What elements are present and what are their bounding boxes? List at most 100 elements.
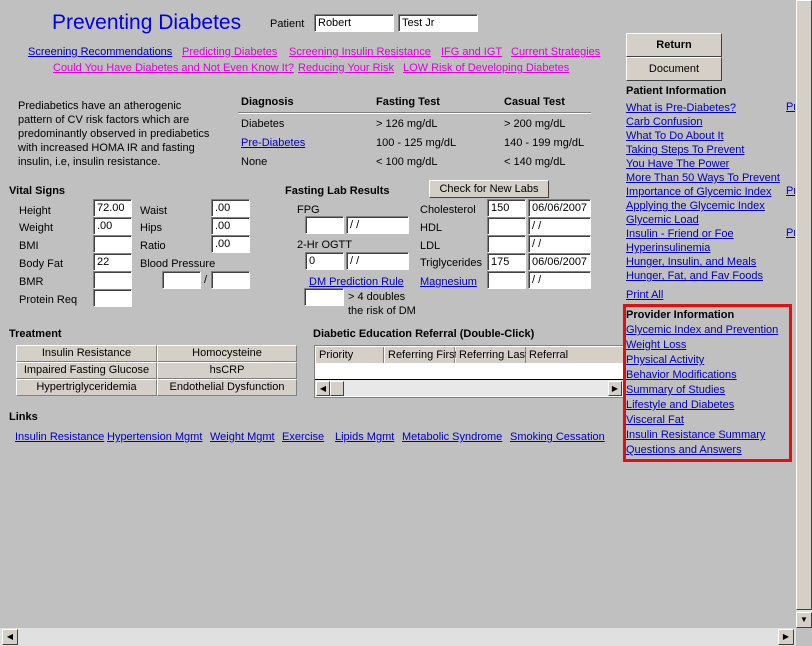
provider-info-link[interactable]: Physical Activity [626, 353, 778, 368]
patient-last-name[interactable]: Test Jr [398, 14, 478, 32]
truncated-link[interactable]: Pr [786, 101, 795, 113]
provider-info-link[interactable]: Visceral Fat [626, 413, 778, 428]
magnesium-date[interactable]: / / [528, 271, 591, 289]
check-new-labs-button[interactable]: Check for New Labs [429, 180, 549, 198]
link-smoking-cessation[interactable]: Smoking Cessation [510, 431, 605, 443]
truncated-link[interactable]: Pr [786, 185, 795, 197]
patient-info-link[interactable]: Hunger, Fat, and Fav Foods [626, 269, 780, 283]
hdl-value[interactable] [487, 217, 526, 235]
col-header[interactable]: Priority [316, 347, 384, 363]
link-low-risk[interactable]: LOW Risk of Developing Diabetes [403, 62, 569, 74]
scroll-left-icon[interactable]: ◀ [2, 629, 18, 645]
treatment-hscrp[interactable]: hsCRP [157, 362, 297, 379]
hips-field[interactable]: .00 [211, 217, 250, 235]
col-header[interactable]: Referral [526, 347, 623, 363]
link-hypertension-mgmt[interactable]: Hypertension Mgmt [107, 431, 202, 443]
treatment-impaired-fasting-glucose[interactable]: Impaired Fasting Glucose [16, 362, 157, 379]
link-lipids-mgmt[interactable]: Lipids Mgmt [335, 431, 394, 443]
patient-info-link[interactable]: More Than 50 Ways To Prevent [626, 171, 780, 185]
pre-diabetes-link[interactable]: Pre-Diabetes [241, 137, 305, 149]
link-metabolic-syndrome[interactable]: Metabolic Syndrome [402, 431, 502, 443]
print-all-link[interactable]: Print All [626, 289, 663, 301]
col-header[interactable]: Referring First [385, 347, 458, 363]
fpg-value[interactable] [305, 216, 344, 234]
patient-info-link[interactable]: Hunger, Insulin, and Meals [626, 255, 780, 269]
height-label: Height [19, 205, 51, 217]
body-fat-field[interactable]: 22 [93, 253, 132, 271]
provider-info-link[interactable]: Weight Loss [626, 338, 778, 353]
bp-systolic[interactable] [162, 271, 201, 289]
bp-diastolic[interactable] [211, 271, 250, 289]
ogtt-value[interactable]: 0 [305, 252, 344, 270]
document-button[interactable]: Document [626, 57, 722, 81]
patient-info-link[interactable]: Hyperinsulinemia [626, 241, 780, 255]
link-predicting-diabetes[interactable]: Predicting Diabetes [182, 46, 277, 58]
intro-line: pattern of CV risk factors which are [18, 114, 190, 126]
link-insulin-resistance[interactable]: Insulin Resistance [15, 431, 104, 443]
horizontal-scrollbar[interactable]: ◀ ▶ [315, 380, 623, 396]
protein-field[interactable] [93, 289, 132, 307]
patient-first-name[interactable]: Robert [314, 14, 394, 32]
provider-info-link[interactable]: Behavior Modifications [626, 368, 778, 383]
ogtt-date[interactable]: / / [346, 252, 409, 270]
provider-info-link[interactable]: Lifestyle and Diabetes [626, 398, 778, 413]
vertical-scrollbar[interactable]: ▼ [796, 0, 812, 628]
magnesium-value[interactable] [487, 271, 526, 289]
link-screening-recommendations[interactable]: Screening Recommendations [28, 46, 172, 58]
provider-info-link[interactable]: Summary of Studies [626, 383, 778, 398]
treatment-insulin-resistance[interactable]: Insulin Resistance [16, 345, 157, 362]
ratio-field[interactable]: .00 [211, 235, 250, 253]
dm-prediction-field[interactable] [304, 288, 344, 306]
hdl-date[interactable]: / / [528, 217, 591, 235]
truncated-link[interactable]: Pr [786, 227, 795, 239]
patient-info-link[interactable]: Carb Confusion [626, 115, 780, 129]
col-header[interactable]: Referring Last [456, 347, 528, 363]
referral-grid[interactable]: Priority Referring First Referring Last … [314, 345, 624, 398]
patient-info-link[interactable]: Applying the Glycemic Index [626, 199, 780, 213]
scroll-right-icon[interactable]: ▶ [608, 381, 622, 396]
patient-info-link[interactable]: Glycemic Load [626, 213, 780, 227]
link-weight-mgmt[interactable]: Weight Mgmt [210, 431, 275, 443]
ldl-value[interactable] [487, 235, 526, 253]
bmi-field[interactable] [93, 235, 132, 253]
provider-info-link[interactable]: Glycemic Index and Prevention [626, 323, 778, 338]
patient-info-link[interactable]: What To Do About It [626, 129, 780, 143]
patient-info-link[interactable]: You Have The Power [626, 157, 780, 171]
bmr-field[interactable] [93, 271, 132, 289]
scroll-left-icon[interactable]: ◀ [316, 381, 330, 396]
patient-info-link[interactable]: Insulin - Friend or Foe [626, 227, 780, 241]
scroll-thumb[interactable] [796, 0, 812, 610]
ldl-date[interactable]: / / [528, 235, 591, 253]
treatment-endothelial-dysfunction[interactable]: Endothelial Dysfunction [157, 379, 297, 396]
link-current-strategies[interactable]: Current Strategies [511, 46, 600, 58]
patient-info-link[interactable]: What is Pre-Diabetes? [626, 101, 780, 115]
scroll-thumb[interactable] [330, 381, 344, 396]
patient-info-link[interactable]: Taking Steps To Prevent [626, 143, 780, 157]
height-field[interactable]: 72.00 [93, 199, 132, 217]
scroll-down-icon[interactable]: ▼ [796, 612, 812, 628]
provider-info-link[interactable]: Insulin Resistance Summary [626, 428, 778, 443]
triglycerides-date[interactable]: 06/06/2007 [528, 253, 591, 271]
patient-info-link[interactable]: Importance of Glycemic Index [626, 185, 780, 199]
link-ifg-igt[interactable]: IFG and IGT [441, 46, 502, 58]
treatment-homocysteine[interactable]: Homocysteine [157, 345, 297, 362]
fpg-date[interactable]: / / [346, 216, 409, 234]
return-button[interactable]: Return [626, 33, 722, 57]
link-exercise[interactable]: Exercise [282, 431, 324, 443]
link-screening-insulin-resistance[interactable]: Screening Insulin Resistance [289, 46, 431, 58]
link-could-you-have-diabetes[interactable]: Could You Have Diabetes and Not Even Kno… [53, 62, 294, 74]
link-reducing-risk[interactable]: Reducing Your Risk [298, 62, 394, 74]
cell: 140 - 199 mg/dL [504, 137, 585, 149]
hdl-label: HDL [420, 222, 443, 234]
cholesterol-value[interactable]: 150 [487, 199, 526, 217]
weight-field[interactable]: .00 [93, 217, 132, 235]
scroll-right-icon[interactable]: ▶ [778, 629, 794, 645]
waist-field[interactable]: .00 [211, 199, 250, 217]
magnesium-link[interactable]: Magnesium [420, 276, 477, 288]
treatment-hypertriglyceridemia[interactable]: Hypertriglyceridemia [16, 379, 157, 396]
triglycerides-value[interactable]: 175 [487, 253, 526, 271]
horizontal-scrollbar[interactable]: ◀ ▶ [0, 628, 796, 646]
provider-info-link[interactable]: Questions and Answers [626, 443, 778, 458]
cholesterol-date[interactable]: 06/06/2007 [528, 199, 591, 217]
dm-prediction-rule-link[interactable]: DM Prediction Rule [309, 276, 404, 288]
